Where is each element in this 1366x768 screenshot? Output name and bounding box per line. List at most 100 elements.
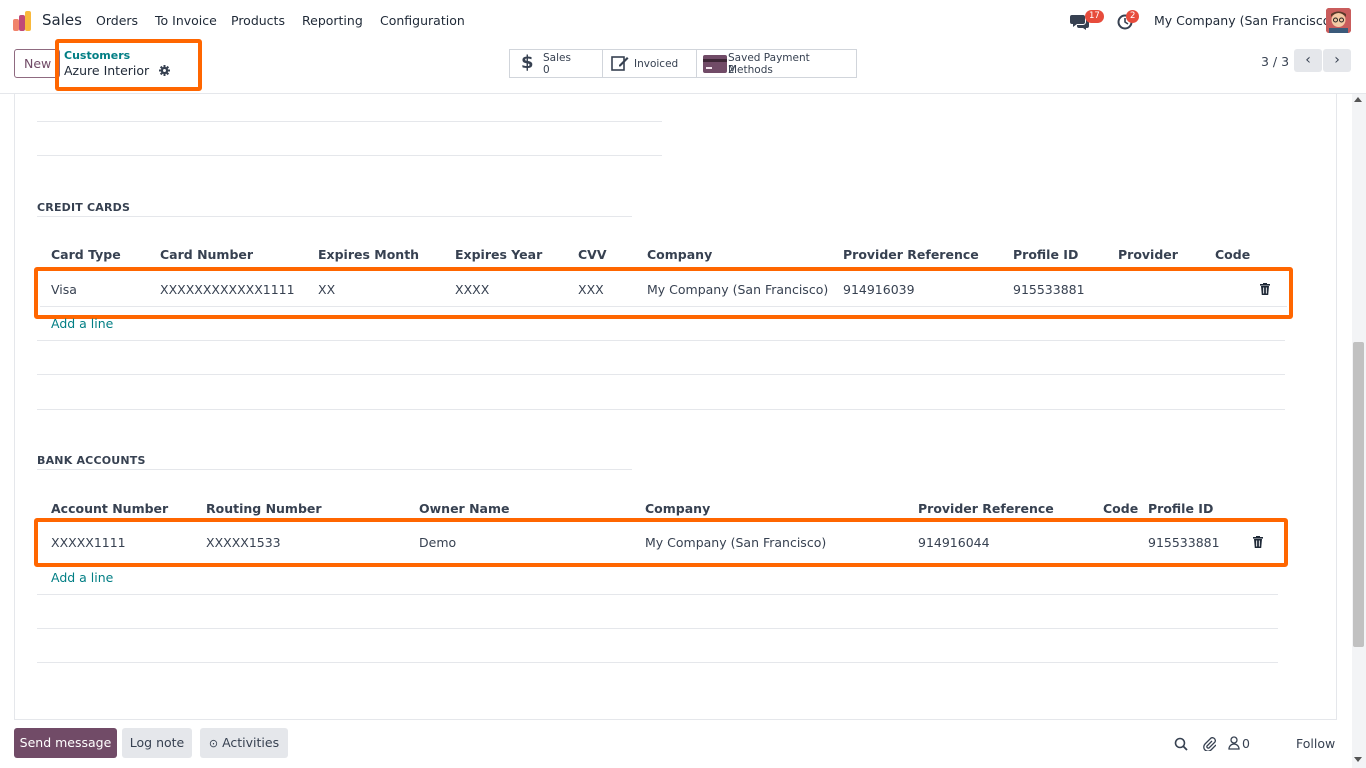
col-code[interactable]: Code (1215, 247, 1250, 262)
divider (37, 594, 1278, 595)
section-underline (37, 216, 632, 217)
divider (37, 374, 1285, 375)
cell-expires-year[interactable]: XXXX (455, 282, 489, 297)
col-provider[interactable]: Provider (1118, 247, 1178, 262)
menu-products[interactable]: Products (231, 13, 285, 28)
followers-button[interactable]: 0 (1228, 736, 1268, 752)
divider (37, 662, 1278, 663)
cell-provider-reference[interactable]: 914916039 (843, 282, 915, 297)
credit-card-icon (703, 55, 727, 73)
cell-owner-name[interactable]: Demo (419, 535, 456, 550)
col-expires-month[interactable]: Expires Month (318, 247, 419, 262)
col-company[interactable]: Company (647, 247, 712, 262)
col-provider-reference[interactable]: Provider Reference (918, 501, 1054, 516)
credit-cards-title: CREDIT CARDS (37, 201, 131, 214)
dollar-icon: $ (521, 52, 534, 73)
divider (37, 121, 662, 122)
send-message-button[interactable]: Send message (14, 728, 117, 758)
trash-icon[interactable] (1253, 536, 1263, 548)
cell-card-type[interactable]: Visa (51, 282, 77, 297)
app-logo-icon[interactable] (13, 11, 33, 31)
cell-expires-month[interactable]: XX (318, 282, 335, 297)
col-company[interactable]: Company (645, 501, 710, 516)
sales-label: Sales (543, 52, 571, 64)
messages-badge: 17 (1085, 10, 1104, 23)
scroll-up-arrow-icon[interactable] (1354, 97, 1362, 102)
menu-reporting[interactable]: Reporting (302, 13, 363, 28)
breadcrumb-customers[interactable]: Customers (64, 49, 130, 62)
cell-profile-id[interactable]: 915533881 (1013, 282, 1085, 297)
cell-provider-reference[interactable]: 914916044 (918, 535, 990, 550)
payment-methods-label: Saved Payment Methods (728, 52, 810, 76)
activities-badge: 2 (1126, 10, 1140, 23)
form-sheet (14, 94, 1337, 720)
cell-company[interactable]: My Company (San Francisco) (647, 282, 828, 297)
col-profile-id[interactable]: Profile ID (1148, 501, 1213, 516)
col-owner-name[interactable]: Owner Name (419, 501, 509, 516)
paperclip-icon[interactable] (1202, 737, 1216, 751)
cell-card-number[interactable]: XXXXXXXXXXXX1111 (160, 282, 295, 297)
cell-profile-id[interactable]: 915533881 (1148, 535, 1220, 550)
sales-smart-button[interactable]: $ Sales 0 (509, 49, 603, 78)
col-expires-year[interactable]: Expires Year (455, 247, 542, 262)
cell-account-number[interactable]: XXXXX1111 (51, 535, 126, 550)
invoiced-label: Invoiced (634, 58, 679, 70)
menu-configuration[interactable]: Configuration (380, 13, 465, 28)
gear-icon[interactable] (159, 65, 171, 76)
col-profile-id[interactable]: Profile ID (1013, 247, 1078, 262)
bank-accounts-title: BANK ACCOUNTS (37, 454, 146, 467)
user-icon (1228, 736, 1240, 750)
sales-value: 0 (543, 64, 550, 76)
pager-previous-button[interactable]: ‹ (1294, 49, 1322, 72)
follow-button[interactable]: Follow (1296, 736, 1335, 751)
chevron-right-icon: › (1334, 52, 1340, 68)
new-button[interactable]: New (14, 49, 60, 78)
cell-company[interactable]: My Company (San Francisco) (645, 535, 826, 550)
table-row[interactable]: Visa XXXXXXXXXXXX1111 XX XXXX XXX My Com… (40, 273, 1287, 307)
credit-card-add-line[interactable]: Add a line (51, 316, 113, 331)
divider (37, 155, 662, 156)
col-code[interactable]: Code (1103, 501, 1138, 516)
chevron-left-icon: ‹ (1305, 52, 1311, 68)
col-card-number[interactable]: Card Number (160, 247, 253, 262)
col-card-type[interactable]: Card Type (51, 247, 121, 262)
col-routing-number[interactable]: Routing Number (206, 501, 322, 516)
log-note-button[interactable]: Log note (122, 728, 192, 758)
payment-methods-smart-button[interactable]: Saved Payment Methods 2 (696, 49, 857, 78)
payment-methods-value: 2 (728, 64, 735, 76)
section-underline (37, 469, 632, 470)
search-icon[interactable] (1174, 737, 1188, 751)
activities-label: Activities (222, 735, 280, 750)
edit-invoice-icon (611, 56, 629, 71)
avatar-icon (1326, 8, 1351, 33)
menu-orders[interactable]: Orders (96, 13, 138, 28)
invoiced-smart-button[interactable]: Invoiced (602, 49, 697, 78)
followers-count: 0 (1242, 736, 1250, 751)
top-navbar: Sales Orders To Invoice Products Reporti… (0, 0, 1366, 41)
activities-chatter-button[interactable]: ⊙ Activities (200, 728, 288, 758)
company-switcher[interactable]: My Company (San Francisco) (1154, 13, 1335, 28)
menu-to-invoice[interactable]: To Invoice (155, 13, 217, 28)
clock-icon: ⊙ (208, 737, 219, 750)
col-provider-reference[interactable]: Provider Reference (843, 247, 979, 262)
divider (37, 628, 1278, 629)
scrollbar-thumb[interactable] (1353, 342, 1364, 647)
divider (37, 409, 1285, 410)
app-name[interactable]: Sales (42, 11, 82, 29)
user-avatar[interactable] (1326, 8, 1351, 33)
table-row[interactable]: XXXXX1111 XXXXX1533 Demo My Company (San… (40, 524, 1282, 561)
cell-cvv[interactable]: XXX (578, 282, 604, 297)
col-cvv[interactable]: CVV (578, 247, 607, 262)
trash-icon[interactable] (1260, 283, 1270, 295)
messages-button[interactable]: 17 (1070, 10, 1106, 32)
bank-account-add-line[interactable]: Add a line (51, 570, 113, 585)
pager-next-button[interactable]: › (1323, 49, 1351, 72)
divider (37, 340, 1285, 341)
col-account-number[interactable]: Account Number (51, 501, 168, 516)
cell-routing-number[interactable]: XXXXX1533 (206, 535, 281, 550)
pager-value[interactable]: 3 / 3 (1261, 54, 1289, 69)
record-name: Azure Interior (64, 63, 150, 78)
breadcrumb-current: Azure Interior (64, 63, 171, 78)
activities-button[interactable]: 2 (1116, 10, 1144, 32)
scroll-down-arrow-icon[interactable] (1354, 757, 1362, 762)
